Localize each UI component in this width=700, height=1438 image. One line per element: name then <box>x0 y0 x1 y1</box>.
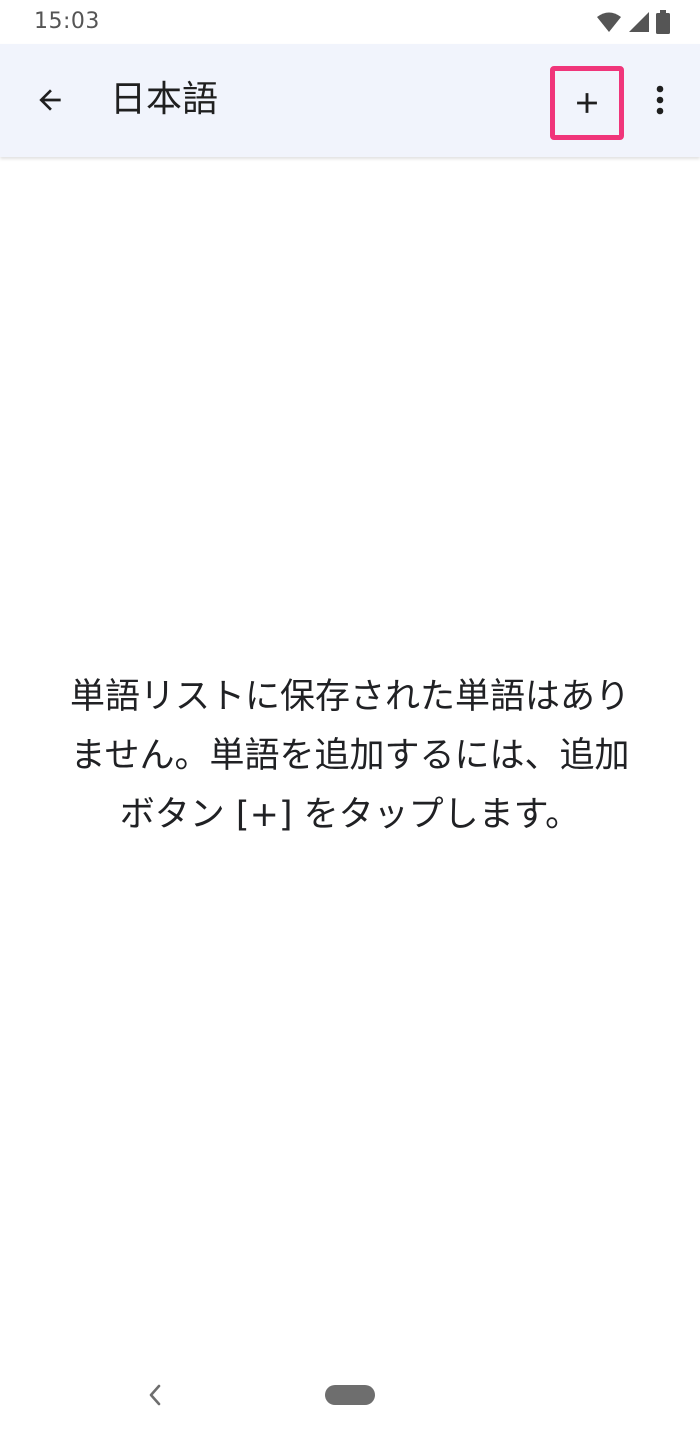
nav-back-button[interactable] <box>140 1378 170 1412</box>
back-button[interactable] <box>22 72 78 128</box>
more-vert-icon <box>656 85 664 115</box>
page-title: 日本語 <box>110 79 219 120</box>
empty-state-line: ません。単語を追加するには、追加 <box>70 736 630 776</box>
status-time: 15:03 <box>34 9 100 34</box>
arrow-back-icon <box>39 89 61 111</box>
wifi-icon <box>597 12 621 32</box>
empty-state-line: ボタン [+] をタップします。 <box>119 795 581 835</box>
plus-icon <box>577 93 597 113</box>
chevron-left-icon <box>149 1384 161 1406</box>
app-bar: 日本語 <box>0 44 700 157</box>
empty-state-line: 単語リストに保存された単語はあり <box>69 677 630 717</box>
cell-signal-icon <box>629 12 649 32</box>
empty-state-message: 単語リストに保存された単語はあり ません。単語を追加するには、追加 ボタン [+… <box>30 668 670 845</box>
status-bar: 15:03 <box>0 0 700 44</box>
screen: 15:03 日本語 単語リストに保存された単語はあり ません。単語を追加するには… <box>0 0 700 1438</box>
battery-icon <box>656 10 670 34</box>
status-icons <box>596 10 670 34</box>
home-pill-icon[interactable] <box>325 1385 375 1405</box>
add-button[interactable] <box>550 66 624 140</box>
more-options-button[interactable] <box>636 72 684 128</box>
